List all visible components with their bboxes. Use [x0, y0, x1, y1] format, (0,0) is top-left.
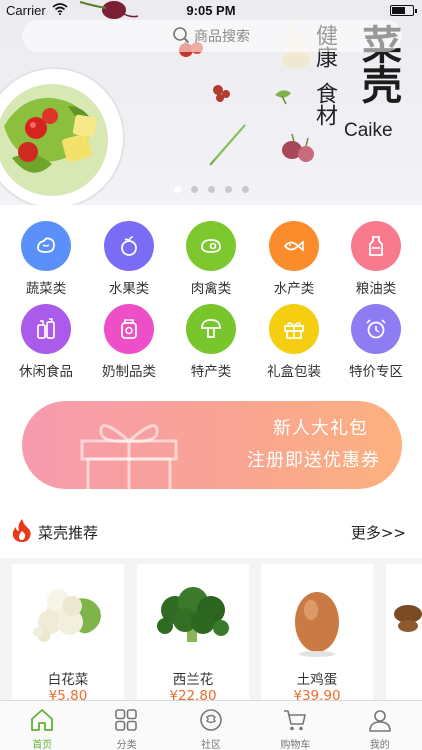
carousel-dot[interactable]: [224, 186, 232, 193]
carousel-dot[interactable]: [207, 186, 215, 193]
category-special-offer[interactable]: 特价专区: [334, 304, 418, 380]
seafood-icon: [269, 221, 319, 271]
product-card[interactable]: 土鸡蛋 ¥39.90: [261, 564, 373, 704]
category-grain-oil[interactable]: 粮油类: [334, 221, 418, 297]
category-gift-box[interactable]: 礼盒包装: [252, 304, 336, 380]
fire-icon: [12, 519, 31, 542]
egg-image: [295, 592, 339, 657]
category-label: 特产类: [190, 364, 232, 380]
category-seafood[interactable]: 水产类: [252, 221, 336, 297]
tab-community[interactable]: 社区: [169, 701, 253, 750]
recommend-title: 菜壳推荐: [38, 524, 99, 542]
tab-profile[interactable]: 我的: [338, 701, 422, 750]
carousel-dot[interactable]: [241, 186, 249, 193]
category-grid: 蔬菜类 水果类 肉禽类 水产类 粮油类 休闲食品 奶制品类 特产类 礼盒包装 特…: [0, 205, 422, 388]
product-carousel[interactable]: 白花菜 ¥5.80 西兰花 ¥22.80 土鸡蛋 ¥39.90: [0, 564, 422, 704]
category-specialty[interactable]: 特产类: [169, 304, 253, 380]
category-label: 奶制品类: [102, 364, 156, 380]
category-dairy[interactable]: 奶制品类: [87, 304, 171, 380]
category-label: 蔬菜类: [25, 281, 67, 297]
tab-label: 我的: [369, 740, 390, 750]
vegetable-icon: [21, 221, 71, 271]
category-meat[interactable]: 肉禽类: [169, 221, 253, 297]
promo-section: 新人大礼包 注册即送优惠券: [0, 388, 422, 500]
category-label: 肉禽类: [190, 281, 232, 297]
tab-bar: 首页 分类 社区 购物车 我的: [0, 700, 422, 750]
category-label: 水果类: [108, 281, 150, 297]
search-input[interactable]: 商品搜索: [22, 20, 402, 52]
tab-label: 首页: [32, 740, 53, 750]
more-link[interactable]: 更多>>: [351, 522, 406, 543]
product-name: 白花菜: [47, 672, 89, 688]
product-card[interactable]: 西兰花 ¥22.80: [137, 564, 249, 704]
promo-subtitle: 注册即送优惠券: [247, 450, 380, 471]
category-label: 粮油类: [355, 281, 397, 297]
app-screen: 健康 食材 菜壳 Caike Carrier 9:05 PM 商品搜索: [0, 0, 422, 750]
search-icon: [173, 27, 190, 44]
tab-label: 社区: [200, 740, 221, 750]
clock: 9:05 PM: [186, 3, 236, 18]
brand-name-latin: Caike: [344, 120, 393, 141]
home-icon: [31, 709, 53, 731]
tab-label: 分类: [116, 740, 137, 750]
brand-slogan-2: 食材: [312, 82, 337, 126]
category-label: 水产类: [273, 281, 315, 297]
status-bar: Carrier 9:05 PM: [0, 0, 422, 20]
cauliflower-image: [33, 589, 101, 642]
alarm-clock-icon: [351, 304, 401, 354]
cart-icon: [284, 710, 306, 731]
specialty-icon: [186, 304, 236, 354]
meat-icon: [186, 221, 236, 271]
profile-icon: [368, 710, 391, 732]
product-name: 土鸡蛋: [296, 672, 338, 688]
community-icon: [199, 709, 222, 731]
promo-title: 新人大礼包: [273, 418, 368, 439]
mushroom-image: [394, 605, 422, 632]
fruit-icon: [104, 221, 154, 271]
salad-plate-image: [0, 67, 125, 205]
gift-box-icon: [80, 424, 178, 489]
category-fruit[interactable]: 水果类: [87, 221, 171, 297]
category-grid-icon: [115, 709, 138, 731]
tab-category[interactable]: 分类: [84, 701, 168, 750]
snack-icon: [21, 304, 71, 354]
new-user-gift-banner[interactable]: 新人大礼包 注册即送优惠券: [22, 401, 402, 489]
battery-icon: [390, 5, 417, 16]
carousel-dot[interactable]: [190, 186, 198, 193]
recommend-section: 菜壳推荐 更多>> 白花菜 ¥5.80 西兰花 ¥22.80 土鸡蛋 ¥39.9…: [0, 500, 422, 704]
grain-oil-icon: [351, 221, 401, 271]
carousel-dot[interactable]: [173, 186, 181, 193]
product-card[interactable]: 白花菜 ¥5.80: [12, 564, 124, 704]
tab-label: 购物车: [280, 740, 311, 750]
gift-box-icon: [269, 304, 319, 354]
category-label: 礼盒包装: [267, 364, 321, 380]
broccoli-image: [157, 587, 229, 642]
carousel-indicator[interactable]: [0, 186, 422, 193]
category-label: 休闲食品: [19, 364, 73, 380]
recommend-header: 菜壳推荐 更多>>: [0, 500, 422, 558]
tab-cart[interactable]: 购物车: [253, 701, 337, 750]
category-vegetable[interactable]: 蔬菜类: [4, 221, 88, 297]
dairy-icon: [104, 304, 154, 354]
tab-home[interactable]: 首页: [0, 701, 84, 750]
category-snack[interactable]: 休闲食品: [4, 304, 88, 380]
search-placeholder: 商品搜索: [194, 29, 250, 45]
product-name: 西兰花: [172, 672, 214, 688]
product-card[interactable]: [386, 564, 422, 704]
category-label: 特价专区: [349, 364, 403, 380]
